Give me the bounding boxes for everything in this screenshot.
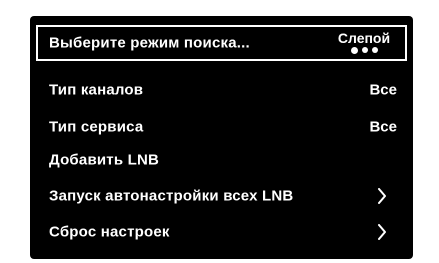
add-lnb-label: Добавить LNB	[49, 151, 160, 169]
reset-settings-row[interactable]: Сброс настроек	[30, 216, 413, 248]
channel-type-label: Тип каналов	[49, 81, 144, 99]
auto-tune-all-lnb-row[interactable]: Запуск автонастройки всех LNB	[30, 180, 413, 212]
search-mode-selector[interactable]: Слепой	[333, 30, 395, 54]
option-dot-2	[361, 47, 368, 53]
search-mode-label: Выберите режим поиска...	[49, 34, 250, 52]
option-dot-1	[350, 46, 358, 54]
channel-type-value: Все	[369, 81, 397, 99]
option-dot-3	[371, 47, 378, 53]
add-lnb-row[interactable]: Добавить LNB	[30, 144, 413, 176]
search-mode-value: Слепой	[337, 30, 391, 46]
reset-settings-label: Сброс настроек	[49, 223, 170, 241]
chevron-right-icon	[377, 188, 387, 204]
channel-type-row[interactable]: Тип каналов Все	[30, 74, 413, 106]
service-type-value: Все	[369, 118, 397, 136]
option-indicator	[333, 46, 395, 54]
service-type-label: Тип сервиса	[49, 118, 144, 136]
service-type-row[interactable]: Тип сервиса Все	[30, 111, 413, 143]
tv-settings-menu: Выберите режим поиска... Слепой Тип кана…	[30, 16, 413, 259]
auto-tune-all-lnb-label: Запуск автонастройки всех LNB	[49, 187, 294, 205]
search-mode-row[interactable]: Выберите режим поиска... Слепой	[36, 25, 407, 61]
chevron-right-icon	[377, 224, 387, 240]
